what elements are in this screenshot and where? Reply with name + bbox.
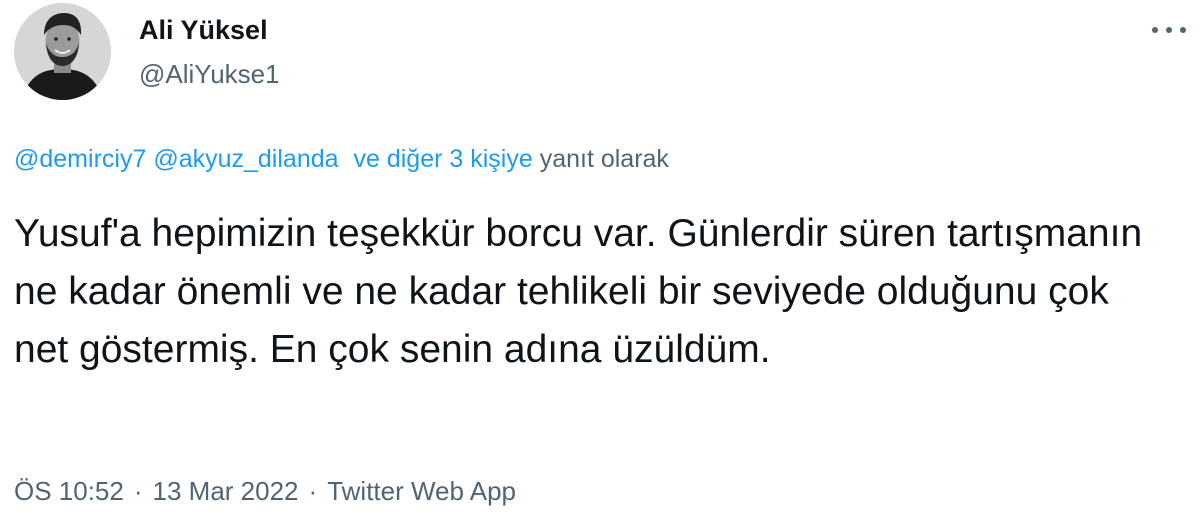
tweet-date[interactable]: 13 Mar 2022 (153, 476, 299, 506)
reply-suffix: yanıt olarak (539, 145, 669, 173)
tweet-meta: ÖS 10:52 · 13 Mar 2022 · Twitter Web App (14, 475, 516, 507)
mention-link[interactable]: @akyuz_dilanda (153, 145, 338, 173)
author-display-name[interactable]: Ali Yüksel (139, 14, 268, 46)
avatar-photo (14, 3, 111, 100)
meta-separator: · (308, 476, 318, 506)
more-horizontal-icon[interactable] (1152, 18, 1186, 42)
more-dot (1180, 27, 1186, 33)
avatar[interactable] (14, 3, 111, 100)
more-dot (1152, 27, 1158, 33)
tweet-card: Ali Yüksel @AliYukse1 @demirciy7 @akyuz_… (0, 0, 1200, 532)
more-dot (1166, 27, 1172, 33)
reply-context: @demirciy7 @akyuz_dilanda ve diğer 3 kiş… (14, 143, 669, 175)
mention-link[interactable]: @demirciy7 (14, 145, 146, 173)
author-handle[interactable]: @AliYukse1 (139, 58, 280, 90)
tweet-text: Yusuf'a hepimizin teşekkür borcu var. Gü… (14, 212, 1143, 371)
meta-separator: · (133, 476, 143, 506)
tweet-time[interactable]: ÖS 10:52 (14, 476, 124, 506)
tweet-source[interactable]: Twitter Web App (327, 476, 516, 506)
others-link[interactable]: ve diğer 3 kişiye (353, 145, 532, 173)
